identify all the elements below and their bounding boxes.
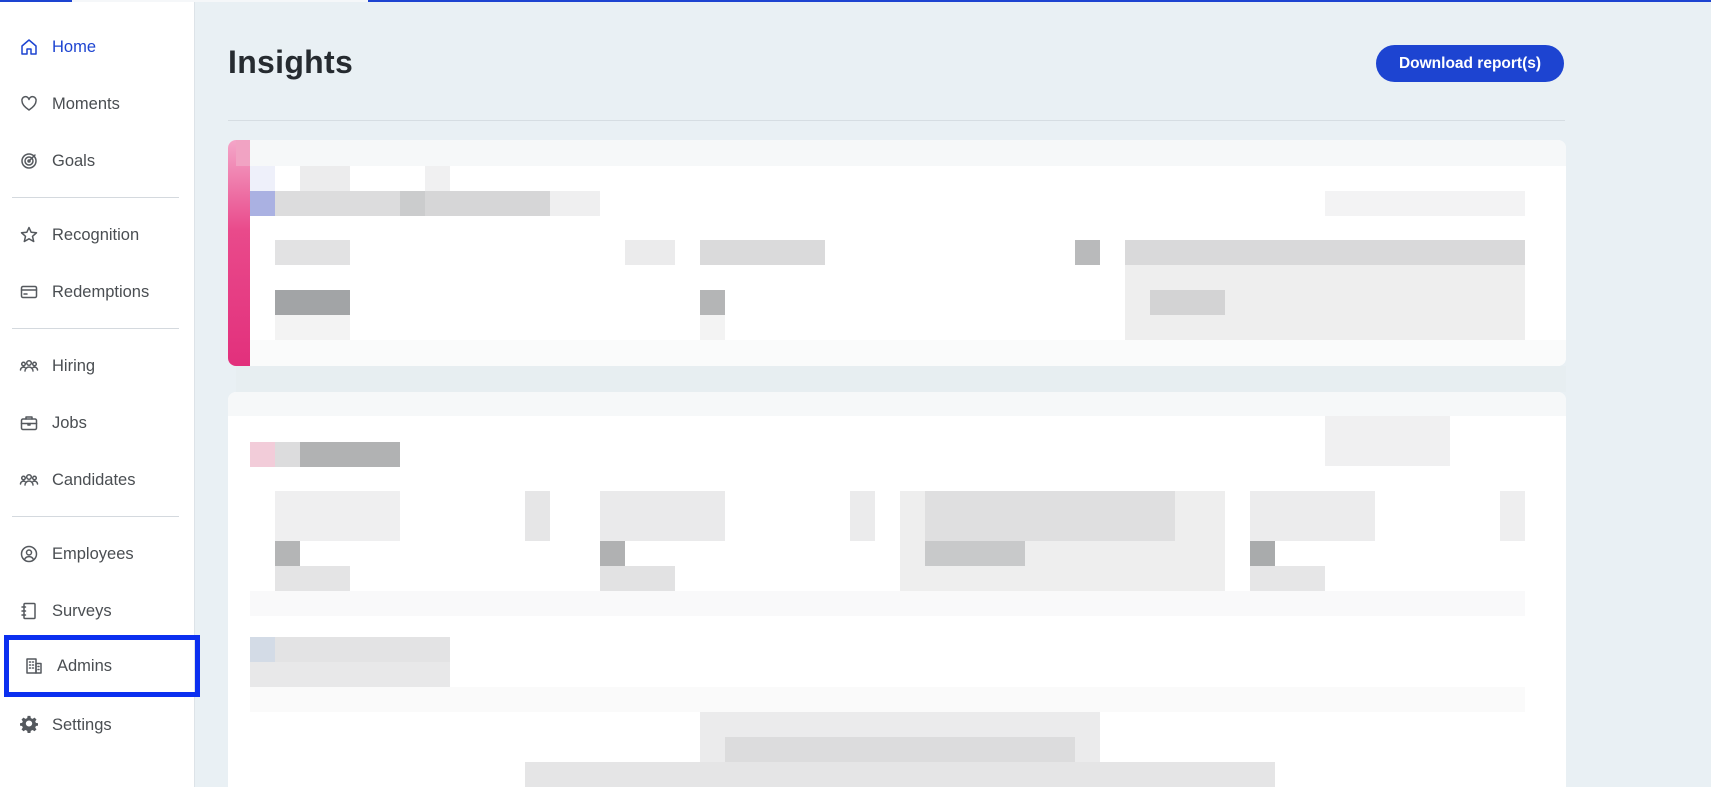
redacted-block (625, 240, 675, 265)
sidebar-item-label: Recognition (52, 225, 140, 244)
building-icon (23, 655, 45, 677)
redacted-block (250, 140, 1566, 166)
redacted-block (228, 392, 1566, 416)
sidebar-divider (12, 516, 179, 517)
redacted-block (925, 541, 1025, 566)
sidebar: Home Moments Goals Recognition Redemptio… (0, 2, 200, 787)
sidebar-item-employees[interactable]: Employees (12, 534, 182, 574)
sidebar-item-redemptions[interactable]: Redemptions (12, 272, 182, 312)
card-icon (18, 281, 40, 303)
redacted-block (550, 191, 600, 216)
sidebar-item-label: Employees (52, 544, 134, 563)
card-accent-bar (236, 140, 250, 166)
redacted-block (1500, 491, 1525, 541)
redacted-block (275, 491, 400, 541)
redacted-block (275, 442, 300, 467)
redacted-block (600, 566, 675, 591)
sidebar-item-moments[interactable]: Moments (12, 84, 182, 124)
page-title: Insights (228, 44, 354, 80)
redacted-block (600, 541, 625, 566)
redacted-block (1325, 416, 1450, 466)
sidebar-item-label: Home (52, 37, 97, 56)
gear-icon (18, 714, 40, 736)
insight-card-blurred (228, 140, 1566, 366)
redacted-block (275, 566, 350, 591)
redacted-block (275, 541, 300, 566)
sidebar-item-label: Jobs (52, 413, 87, 432)
redacted-block (425, 191, 550, 216)
redacted-block (1250, 491, 1375, 541)
sidebar-divider (12, 197, 179, 198)
redacted-block (700, 315, 725, 340)
user-circle-icon (18, 543, 40, 565)
people-icon (18, 469, 40, 491)
sidebar-item-label: Hiring (52, 356, 96, 375)
sidebar-item-label: Candidates (52, 470, 136, 489)
redacted-block (725, 737, 1075, 762)
redacted-block (275, 191, 400, 216)
sidebar-item-label: Admins (57, 656, 113, 675)
sidebar-item-label: Moments (52, 94, 120, 113)
sidebar-item-candidates[interactable]: Candidates (12, 460, 182, 500)
redacted-block (700, 240, 825, 265)
people-icon (18, 355, 40, 377)
sidebar-item-label: Settings (52, 715, 112, 734)
sidebar-item-jobs[interactable]: Jobs (12, 403, 182, 443)
sidebar-item-recognition[interactable]: Recognition (12, 215, 182, 255)
sidebar-item-home[interactable]: Home (12, 27, 182, 67)
redacted-block (525, 491, 550, 541)
redacted-block (250, 687, 1525, 712)
redacted-block (250, 442, 275, 467)
redacted-block (250, 340, 1566, 366)
redacted-block (275, 240, 350, 265)
redacted-block (1250, 566, 1325, 591)
redacted-block (1150, 290, 1225, 315)
sidebar-item-admins[interactable]: Admins (4, 635, 200, 697)
sidebar-divider (12, 328, 179, 329)
redacted-block (250, 166, 275, 191)
sidebar-item-label: Goals (52, 151, 96, 170)
card-accent-bar (228, 140, 250, 366)
redacted-block (700, 290, 725, 315)
briefcase-icon (18, 412, 40, 434)
sidebar-item-hiring[interactable]: Hiring (12, 346, 182, 386)
sidebar-item-label: Redemptions (52, 282, 150, 301)
redacted-block (275, 637, 450, 662)
header-divider (228, 120, 1565, 121)
redacted-block (236, 366, 1566, 392)
redacted-block (850, 491, 875, 541)
redacted-block (925, 491, 1175, 541)
redacted-block (300, 166, 350, 191)
redacted-block (250, 591, 1525, 616)
redacted-block (300, 442, 400, 467)
top-progress-bar (0, 0, 1711, 2)
download-report-button[interactable]: Download report(s) (1376, 45, 1564, 82)
sidebar-item-goals[interactable]: Goals (12, 141, 182, 181)
redacted-block (600, 491, 725, 541)
home-icon (18, 36, 40, 58)
redacted-block (1250, 541, 1275, 566)
redacted-block (400, 191, 425, 216)
redacted-block (1325, 191, 1525, 216)
notebook-icon (18, 600, 40, 622)
redacted-block (275, 315, 350, 340)
redacted-block (525, 762, 1275, 787)
redacted-block (425, 166, 450, 191)
sidebar-item-settings[interactable]: Settings (12, 705, 182, 745)
redacted-block (250, 662, 450, 687)
redacted-block (1075, 240, 1100, 265)
redacted-block (250, 637, 275, 662)
heart-icon (18, 93, 40, 115)
target-icon (18, 150, 40, 172)
insight-card-blurred (228, 392, 1566, 787)
redacted-block (250, 191, 275, 216)
star-icon (18, 224, 40, 246)
redacted-block (1125, 240, 1525, 265)
sidebar-item-surveys[interactable]: Surveys (12, 591, 182, 631)
redacted-block (275, 290, 350, 315)
sidebar-item-label: Surveys (52, 601, 112, 620)
